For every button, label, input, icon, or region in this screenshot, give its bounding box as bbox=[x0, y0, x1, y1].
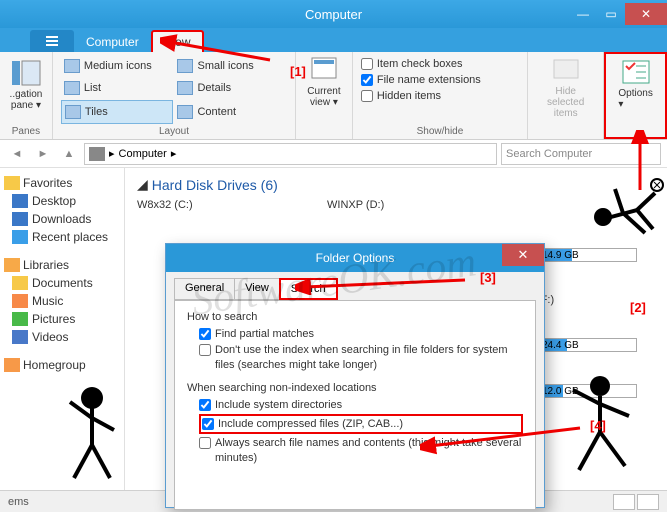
group-how-to-search: How to search bbox=[187, 311, 523, 323]
drive-f-label[interactable]: (F:) bbox=[537, 294, 637, 306]
section-hard-disk-drives[interactable]: ◢Hard Disk Drives (6) bbox=[137, 176, 655, 193]
drive-capacity-bar: 14.9 GB bbox=[537, 248, 637, 262]
libraries-icon bbox=[4, 258, 20, 272]
forward-button[interactable]: ► bbox=[32, 143, 54, 165]
maximize-button[interactable]: ▭ bbox=[597, 3, 625, 25]
group-label-showhide: Show/hide bbox=[361, 124, 519, 139]
search-input[interactable]: Search Computer bbox=[501, 143, 661, 165]
tab-view[interactable]: View bbox=[151, 30, 205, 52]
statusbar-tiles-view-button[interactable] bbox=[637, 494, 659, 510]
sidebar-libraries[interactable]: Libraries bbox=[2, 256, 122, 274]
sidebar-item-documents[interactable]: Documents bbox=[2, 274, 122, 292]
status-text: ems bbox=[8, 496, 29, 508]
dialog-tab-general[interactable]: General bbox=[174, 278, 235, 300]
details-icon bbox=[177, 81, 193, 95]
tab-computer[interactable]: Computer bbox=[74, 32, 151, 52]
group-label-layout: Layout bbox=[61, 124, 287, 139]
back-button[interactable]: ◄ bbox=[6, 143, 28, 165]
checkbox-item-checkboxes[interactable]: Item check boxes bbox=[361, 58, 519, 70]
drive-capacity-bar: 24.4 GB bbox=[537, 338, 637, 352]
drive-capacity-bar: 12.0 GB bbox=[537, 384, 637, 398]
medium-icons-icon bbox=[64, 59, 80, 73]
checkbox-include-compressed[interactable]: Include compressed files (ZIP, CAB...) bbox=[199, 414, 523, 434]
layout-tiles[interactable]: Tiles bbox=[61, 100, 174, 124]
sidebar-item-pictures[interactable]: Pictures bbox=[2, 310, 122, 328]
ribbon-group-options: Options ▾ bbox=[604, 52, 667, 139]
sidebar-homegroup[interactable]: Homegroup bbox=[2, 356, 122, 374]
ribbon-group-hideselected: Hide selected items bbox=[528, 52, 604, 139]
ribbon-group-showhide: Item check boxes File name extensions Hi… bbox=[353, 52, 528, 139]
layout-details[interactable]: Details bbox=[174, 78, 287, 100]
sidebar-item-recent[interactable]: Recent places bbox=[2, 228, 122, 246]
music-icon bbox=[12, 294, 28, 308]
group-non-indexed: When searching non-indexed locations bbox=[187, 382, 523, 394]
dialog-tabs: General View Search bbox=[166, 272, 544, 300]
layout-medium-icons[interactable]: Medium icons bbox=[61, 55, 174, 77]
layout-list[interactable]: List bbox=[61, 78, 174, 100]
address-bar: ◄ ► ▲ ▸ Computer ▸ Search Computer bbox=[0, 140, 667, 168]
file-tab[interactable] bbox=[30, 30, 74, 52]
tiles-icon bbox=[65, 105, 81, 119]
list-icon bbox=[64, 81, 80, 95]
downloads-icon bbox=[12, 212, 28, 226]
videos-icon bbox=[12, 330, 28, 344]
ribbon-group-layout: Medium icons Small icons List Details Ti… bbox=[53, 52, 296, 139]
layout-small-icons[interactable]: Small icons bbox=[174, 55, 287, 77]
hide-selected-button[interactable]: Hide selected items bbox=[536, 56, 595, 119]
dialog-close-button[interactable]: ✕ bbox=[502, 244, 544, 266]
checkbox-system-dirs[interactable]: Include system directories bbox=[199, 398, 523, 412]
close-button[interactable]: ✕ bbox=[625, 3, 667, 25]
statusbar-details-view-button[interactable] bbox=[613, 494, 635, 510]
group-label-panes: Panes bbox=[8, 124, 44, 139]
navigation-pane-button[interactable]: ..gation pane ▾ bbox=[8, 55, 44, 111]
ribbon-group-panes: ..gation pane ▾ Panes bbox=[0, 52, 53, 139]
breadcrumb[interactable]: ▸ Computer ▸ bbox=[84, 143, 497, 165]
up-button[interactable]: ▲ bbox=[58, 143, 80, 165]
homegroup-icon bbox=[4, 358, 20, 372]
folder-options-dialog: Folder Options ✕ General View Search How… bbox=[165, 243, 545, 508]
ribbon-tabs: Computer View bbox=[0, 28, 667, 52]
drive-c[interactable]: W8x32 (C:) bbox=[137, 199, 287, 211]
sidebar-item-downloads[interactable]: Downloads bbox=[2, 210, 122, 228]
file-menu-icon bbox=[45, 35, 59, 47]
checkbox-file-extensions[interactable]: File name extensions bbox=[361, 74, 519, 86]
hide-selected-icon bbox=[550, 56, 582, 84]
sidebar-item-music[interactable]: Music bbox=[2, 292, 122, 310]
recent-icon bbox=[12, 230, 28, 244]
documents-icon bbox=[12, 276, 28, 290]
layout-content[interactable]: Content bbox=[174, 100, 287, 124]
navigation-sidebar: Favorites Desktop Downloads Recent place… bbox=[0, 168, 125, 490]
window-title: Computer bbox=[305, 7, 362, 22]
options-button[interactable]: Options ▾ bbox=[614, 58, 657, 110]
dialog-body: How to search Find partial matches Don't… bbox=[174, 300, 536, 510]
sidebar-item-desktop[interactable]: Desktop bbox=[2, 192, 122, 210]
ribbon-group-currentview: Current view ▾ bbox=[296, 52, 353, 139]
small-icons-icon bbox=[177, 59, 193, 73]
checkbox-hidden-items[interactable]: Hidden items bbox=[361, 90, 519, 102]
dialog-tab-view[interactable]: View bbox=[234, 278, 280, 300]
star-icon bbox=[4, 176, 20, 190]
current-view-button[interactable]: Current view ▾ bbox=[304, 56, 344, 108]
content-icon bbox=[177, 105, 193, 119]
checkbox-no-index[interactable]: Don't use the index when searching in fi… bbox=[199, 343, 523, 372]
checkbox-find-partial[interactable]: Find partial matches bbox=[199, 327, 523, 341]
drive-d[interactable]: WINXP (D:) bbox=[327, 199, 477, 211]
computer-icon bbox=[89, 147, 105, 161]
ribbon: ..gation pane ▾ Panes Medium icons Small… bbox=[0, 52, 667, 140]
sidebar-item-videos[interactable]: Videos bbox=[2, 328, 122, 346]
navigation-pane-icon bbox=[10, 59, 42, 87]
desktop-icon bbox=[12, 194, 28, 208]
sidebar-favorites[interactable]: Favorites bbox=[2, 174, 122, 192]
options-icon bbox=[620, 58, 652, 86]
window-titlebar: Computer — ▭ ✕ bbox=[0, 0, 667, 28]
pictures-icon bbox=[12, 312, 28, 326]
dialog-tab-search[interactable]: Search bbox=[279, 278, 338, 300]
current-view-icon bbox=[308, 56, 340, 84]
dialog-titlebar: Folder Options ✕ bbox=[166, 244, 544, 272]
minimize-button[interactable]: — bbox=[569, 3, 597, 25]
checkbox-always-search[interactable]: Always search file names and contents (t… bbox=[199, 436, 523, 465]
